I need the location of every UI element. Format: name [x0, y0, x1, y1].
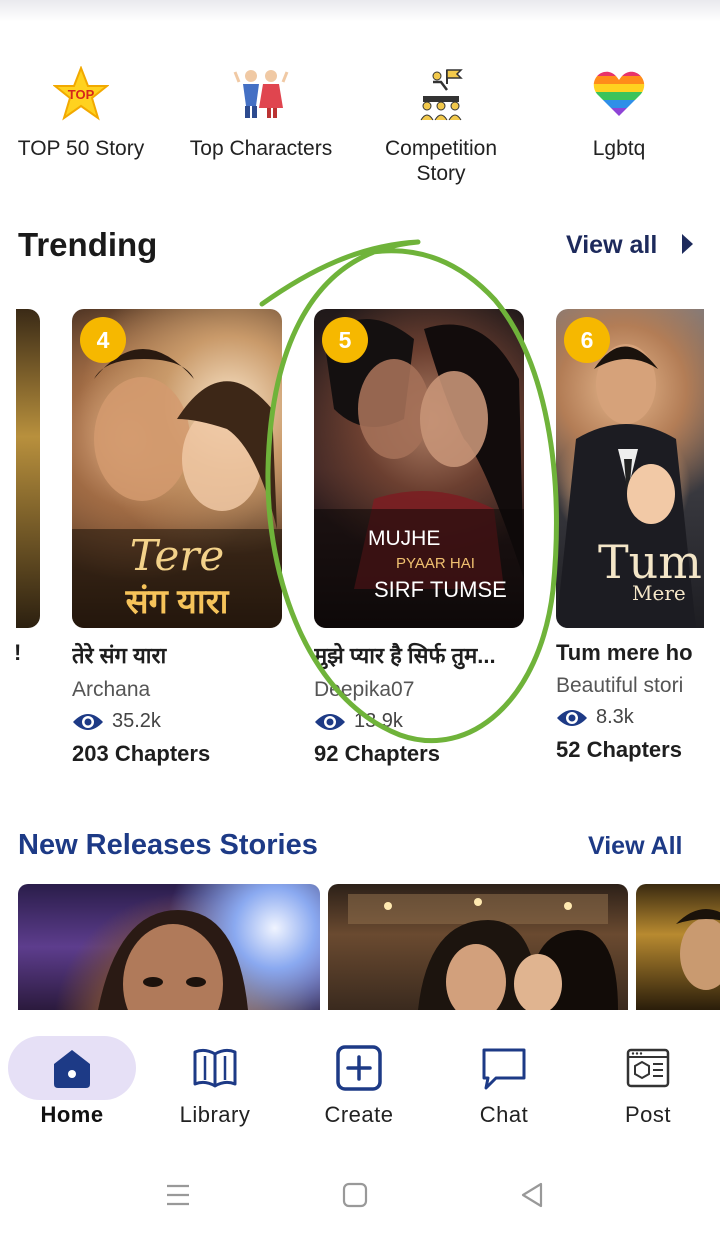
arrow-right-icon[interactable] [680, 232, 694, 256]
nav-create[interactable]: Create [299, 1044, 419, 1128]
new-release-card[interactable] [18, 884, 320, 1010]
partial-card-cover[interactable] [16, 309, 40, 628]
create-plus-icon [336, 1045, 382, 1091]
story-author[interactable]: Archana [72, 678, 282, 702]
new-releases-view-all-link[interactable]: View All [588, 832, 682, 861]
cover-art [348, 894, 618, 1010]
trending-title: Trending [18, 226, 158, 263]
chapter-count: 52 Chapters [556, 737, 682, 762]
bottom-navigation: Home Library Create Chat Post [0, 1010, 720, 1140]
chat-bubble-icon [482, 1048, 526, 1090]
book-cover[interactable]: Tere संग यारा 4 [72, 309, 282, 628]
new-release-card[interactable] [636, 884, 720, 1010]
book-cover[interactable]: MUJHE PYAAR HAI SIRF TUMSE 5 [314, 309, 524, 628]
book-cover[interactable]: Tum Mere 6 [556, 309, 704, 628]
trending-card[interactable]: Tere संग यारा 4 तेरे संग यारा Archana 35… [72, 309, 282, 767]
top-bar-shadow [0, 0, 720, 22]
cover-title-line: MUJHE [368, 527, 441, 550]
eye-icon [315, 713, 345, 730]
view-count: 8.3k [556, 706, 704, 729]
nav-post[interactable]: Post [588, 1044, 708, 1128]
nav-label: Create [324, 1102, 394, 1127]
trending-card[interactable]: MUJHE PYAAR HAI SIRF TUMSE 5 मुझे प्यार … [314, 309, 524, 767]
view-count-value: 13.9k [354, 710, 403, 732]
new-releases-title: New Releases Stories [18, 829, 318, 861]
trending-card[interactable]: Tum Mere 6 Tum mere ho Beautiful stori 8… [556, 309, 704, 763]
category-label: Lgbtq [592, 137, 646, 160]
category-label: Top Characters [189, 137, 333, 160]
svg-text:TOP: TOP [68, 87, 95, 102]
characters-icon [233, 70, 289, 118]
category-lgbtq[interactable]: Lgbtq [539, 66, 699, 161]
story-author[interactable]: Beautiful stori [556, 674, 704, 698]
library-book-icon [193, 1048, 237, 1088]
nav-chat[interactable]: Chat [444, 1044, 564, 1128]
eye-icon [557, 709, 587, 726]
rank-badge: 6 [564, 317, 610, 363]
nav-label: Home [40, 1102, 104, 1127]
competition-icon [420, 69, 463, 121]
category-top-50[interactable]: TOP TOP 50 Story [1, 66, 161, 161]
rainbow-heart-icon [593, 71, 645, 117]
cover-title-line: PYAAR HAI [396, 555, 475, 572]
nav-home[interactable]: Home [12, 1044, 132, 1128]
rank-badge: 4 [80, 317, 126, 363]
category-label: Competition Story [384, 137, 498, 185]
cover-title-line: Mere [632, 581, 686, 605]
view-count: 13.9k [314, 710, 524, 733]
category-label: TOP 50 Story [17, 137, 145, 160]
category-competition-story[interactable]: Competition Story [361, 66, 521, 186]
story-title[interactable]: तेरे संग यारा [72, 640, 282, 670]
eye-icon [73, 713, 103, 730]
story-author[interactable]: Deepika07 [314, 678, 524, 702]
nav-label: Library [179, 1102, 251, 1127]
back-triangle-icon[interactable] [519, 1182, 545, 1208]
nav-label: Post [624, 1102, 672, 1127]
new-release-card[interactable] [328, 884, 628, 1010]
cover-art [98, 910, 248, 1010]
recents-menu-icon[interactable] [165, 1182, 191, 1208]
cover-title-line: Tere [129, 531, 225, 580]
nav-library[interactable]: Library [155, 1044, 275, 1128]
partial-card-title[interactable]: ! [14, 640, 21, 666]
top-star-icon: TOP [53, 66, 109, 121]
story-title[interactable]: Tum mere ho [556, 640, 704, 666]
story-title[interactable]: मुझे प्यार है सिर्फ तुम... [314, 640, 524, 670]
nav-label: Chat [479, 1102, 529, 1127]
view-count-value: 35.2k [112, 710, 161, 732]
cover-art [676, 909, 720, 990]
view-count: 35.2k [72, 710, 282, 733]
view-count-value: 8.3k [596, 706, 634, 728]
trending-view-all-link[interactable]: View all [566, 231, 657, 260]
cover-title-line: SIRF TUMSE [374, 577, 507, 602]
chapter-count: 92 Chapters [314, 741, 440, 766]
home-icon [54, 1050, 90, 1088]
cover-title-line: संग यारा [125, 583, 229, 621]
home-square-icon[interactable] [342, 1182, 368, 1208]
category-top-characters[interactable]: Top Characters [181, 66, 341, 161]
rank-badge: 5 [322, 317, 368, 363]
chapter-count: 203 Chapters [72, 741, 211, 766]
system-navigation-bar [0, 1140, 720, 1239]
post-icon [626, 1048, 670, 1088]
